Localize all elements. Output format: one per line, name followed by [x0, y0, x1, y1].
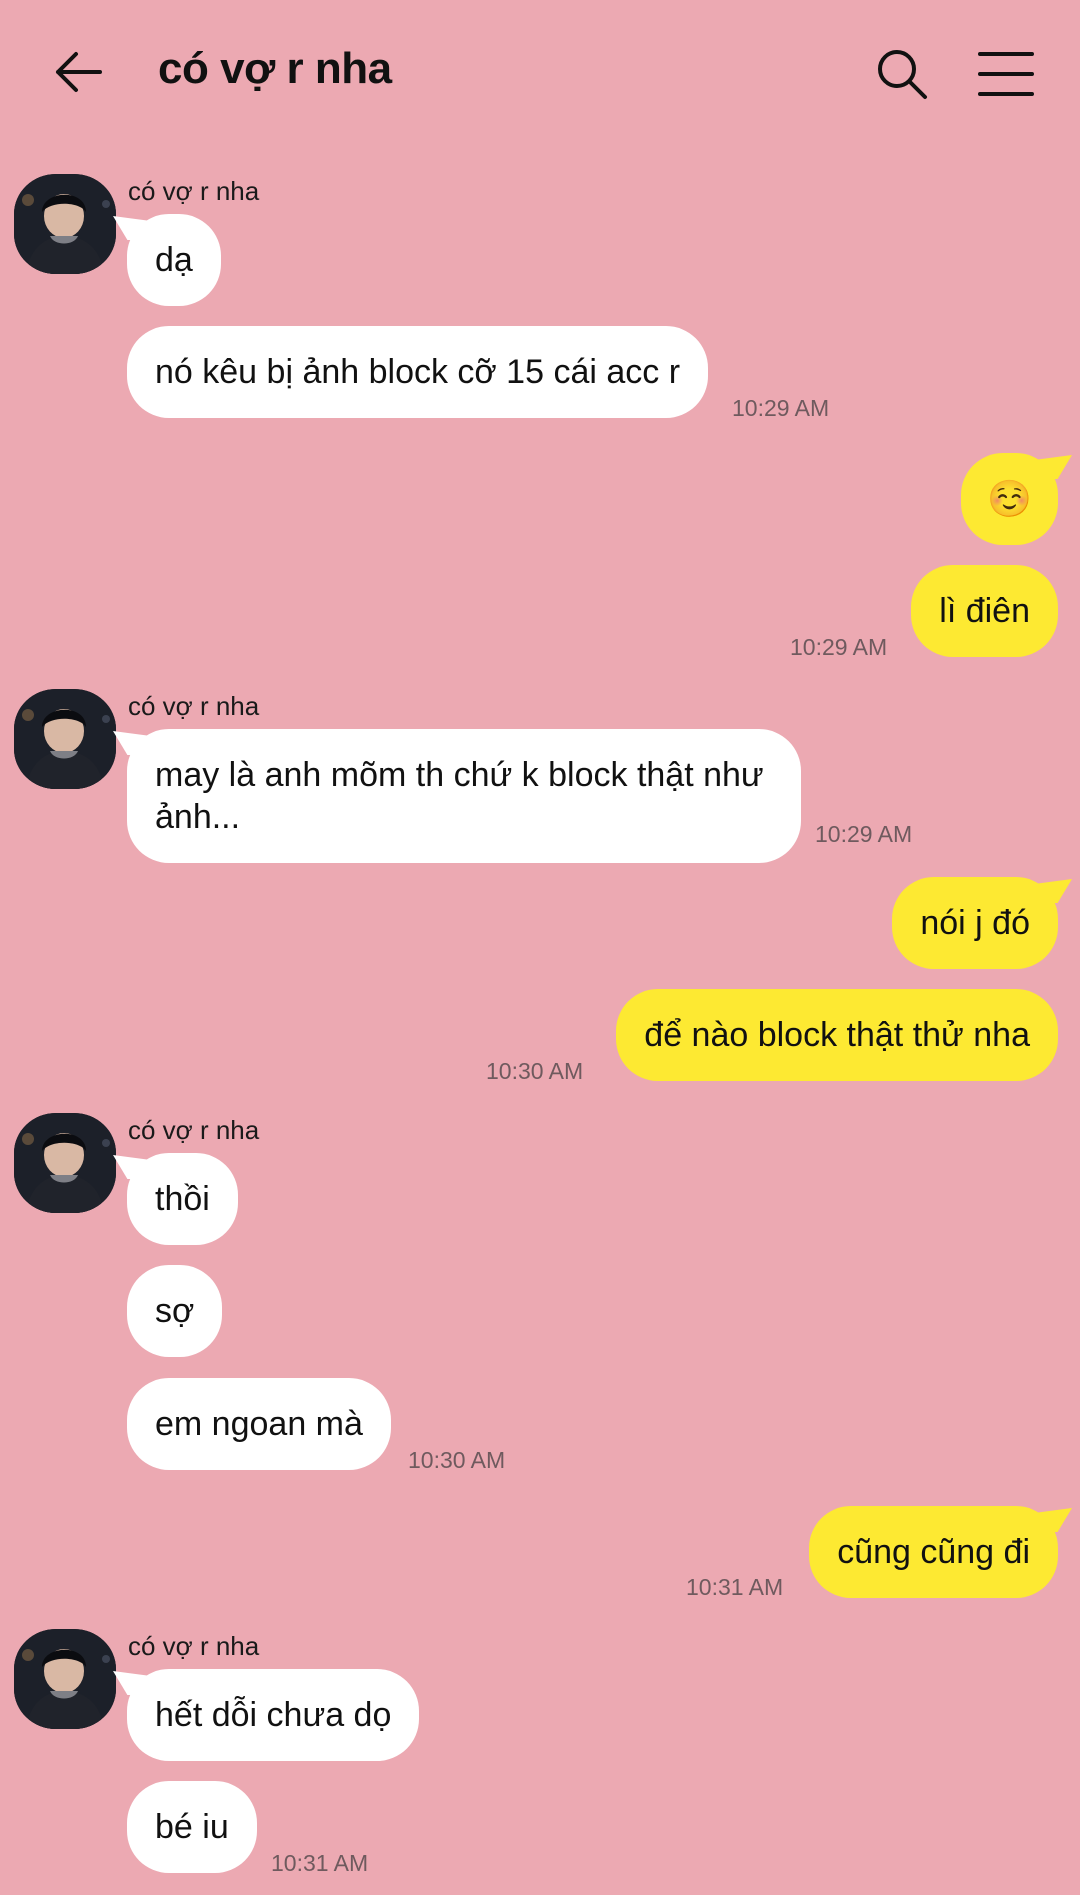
message-timestamp: 10:29 AM: [815, 821, 913, 847]
message-bubble-outgoing[interactable]: nói j đó: [892, 877, 1058, 969]
message-timestamp: 10:29 AM: [732, 395, 830, 421]
message-bubble-incoming[interactable]: sợ: [127, 1265, 223, 1357]
message-timestamp: 10:31 AM: [271, 1850, 369, 1876]
chat-title: có vợ r nha: [158, 44, 392, 93]
message-timestamp: 10:30 AM: [486, 1058, 584, 1084]
message-bubble-outgoing[interactable]: cũng cũng đi: [809, 1506, 1058, 1598]
message-bubble-outgoing[interactable]: ☺️: [961, 453, 1058, 545]
message-bubble-incoming[interactable]: nó kêu bị ảnh block cỡ 15 cái acc r: [127, 326, 709, 418]
avatar[interactable]: [14, 1629, 116, 1729]
message-bubble-incoming[interactable]: bé iu: [127, 1781, 257, 1873]
message-bubble-incoming[interactable]: em ngoan mà: [127, 1378, 391, 1470]
chat-header: có vợ r nha: [0, 0, 1080, 150]
message-bubble-outgoing[interactable]: để nào block thật thử nha: [616, 989, 1058, 1081]
back-button[interactable]: [48, 42, 108, 102]
menu-button[interactable]: [978, 50, 1034, 98]
sender-name: có vợ r nha: [128, 1115, 260, 1145]
search-button[interactable]: [874, 46, 930, 102]
arrow-left-icon: [56, 52, 102, 92]
message-bubble-incoming[interactable]: may là anh mõm th chứ k block thật như ả…: [127, 729, 801, 863]
message-bubble-incoming[interactable]: hết dỗi chưa dọ: [127, 1669, 420, 1761]
message-bubble-outgoing[interactable]: lì điên: [911, 565, 1058, 657]
avatar[interactable]: [14, 174, 116, 274]
sender-name: có vợ r nha: [128, 691, 260, 721]
message-timestamp: 10:30 AM: [408, 1447, 506, 1473]
message-timestamp: 10:29 AM: [790, 634, 888, 660]
message-bubble-incoming[interactable]: dạ: [127, 214, 221, 306]
message-timestamp: 10:31 AM: [686, 1574, 784, 1600]
menu-icon: [978, 52, 1034, 96]
avatar[interactable]: [14, 1113, 116, 1213]
search-icon: [878, 50, 927, 99]
sender-name: có vợ r nha: [128, 176, 260, 206]
message-bubble-incoming[interactable]: thồi: [127, 1153, 238, 1245]
avatar[interactable]: [14, 689, 116, 789]
sender-name: có vợ r nha: [128, 1631, 260, 1661]
